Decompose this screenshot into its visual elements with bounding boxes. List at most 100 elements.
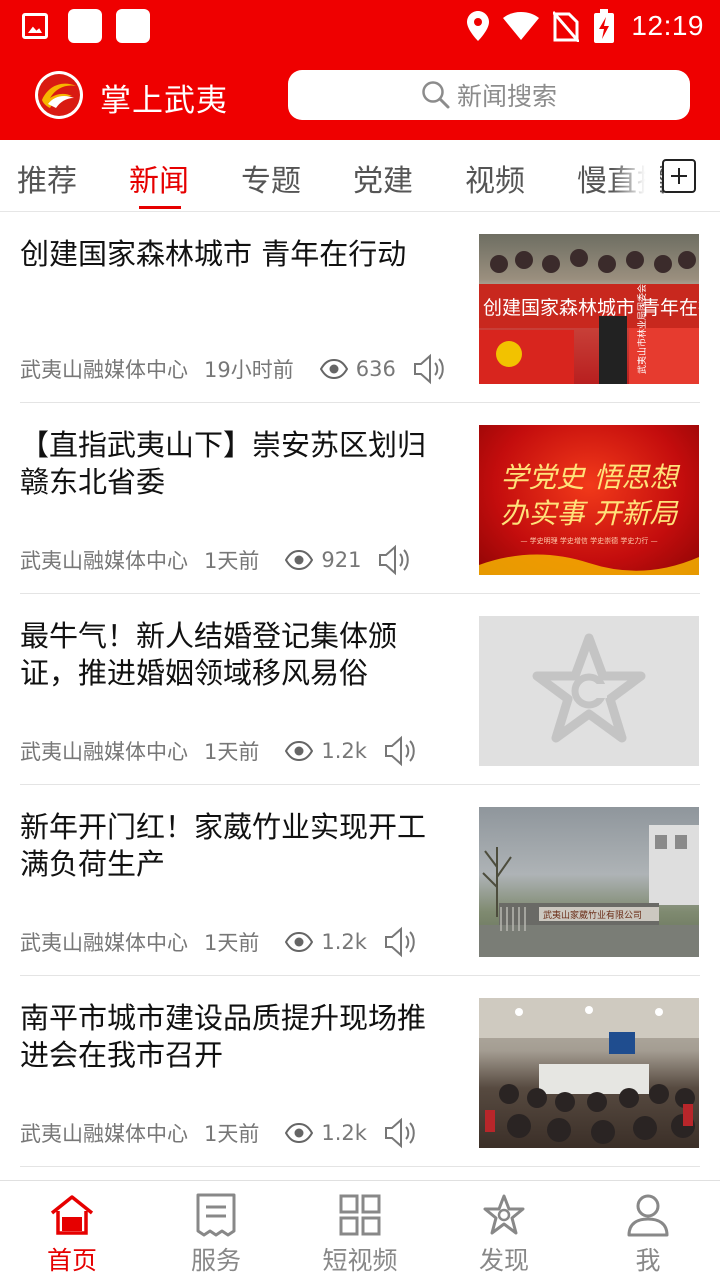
speaker-icon[interactable] [383,925,417,959]
nav-service[interactable]: 服务 [144,1181,288,1280]
category-tabs: 推荐 新闻 专题 党建 视频 慢直播 [0,140,720,212]
news-thumbnail[interactable]: 武夷山家葳竹业有限公司 [479,807,699,957]
app-logo-icon[interactable] [34,70,84,120]
thumb-banner-text: 创建国家森林城市 青年在行动 [483,297,699,319]
news-source: 武夷山融媒体中心 [20,931,188,955]
thumb-gate-text: 武夷山家葳竹业有限公司 [543,909,642,921]
clock: 12:19 [631,10,704,41]
news-source: 武夷山融媒体中心 [20,358,188,382]
eye-icon [319,359,348,379]
bottom-nav: 首页 服务 短视频 发现 我 [0,1180,720,1280]
news-meta: 武夷山融媒体中心 19小时前 636 [20,352,446,386]
search-icon [422,81,450,109]
news-item[interactable]: 最牛气！新人结婚登记集体颁证，推进婚姻领域移风易俗 武夷山融媒体中心 1天前 1… [20,594,700,785]
location-icon [467,11,490,41]
thumb-slogan-line2: 办实事 开新局 [501,497,680,530]
nav-label: 服务 [190,1246,241,1275]
view-count-value: 1.2k [321,930,367,954]
news-item[interactable]: 南平市城市建设品质提升现场推进会在我市召开 武夷山融媒体中心 1天前 1.2k [20,976,700,1167]
eye-icon [285,550,314,570]
news-meta: 武夷山融媒体中心 1天前 921 [20,543,411,577]
nav-home[interactable]: 首页 [0,1181,144,1280]
news-thumbnail[interactable]: 学党史 悟思想 办实事 开新局 — 学史明理 学史增信 学史崇德 学史力行 — [479,425,699,575]
view-count: 636 [319,357,396,381]
thumb-slogan-line1: 学党史 悟思想 [501,461,681,494]
thumb-side-text: 武夷山市林业局团委会 [636,284,648,374]
news-time: 1天前 [204,931,260,955]
news-title: 新年开门红！家葳竹业实现开工满负荷生产 [20,810,427,881]
placeholder-star-logo-icon [532,633,646,743]
gallery-icon [22,13,48,39]
search-bar[interactable]: 新闻搜索 [288,70,690,120]
status-left-icons [22,9,164,43]
home-icon [50,1195,94,1235]
news-item[interactable]: 创建国家森林城市 青年在行动 武夷山融媒体中心 19小时前 636 创建国家森林… [20,212,700,403]
news-item[interactable]: 【直指武夷山下】崇安苏区划归赣东北省委 武夷山融媒体中心 1天前 921 学党史… [20,403,700,594]
view-count: 921 [285,548,361,572]
active-tab-indicator [139,206,181,209]
speaker-icon[interactable] [377,543,411,577]
tab-topics[interactable]: 专题 [241,156,301,200]
news-source: 武夷山融媒体中心 [20,1122,188,1146]
news-list: 创建国家森林城市 青年在行动 武夷山融媒体中心 19小时前 636 创建国家森林… [0,212,720,1167]
news-meta: 武夷山融媒体中心 1天前 1.2k [20,1116,417,1150]
news-time: 19小时前 [204,358,294,382]
view-count-value: 636 [355,357,396,381]
nav-label: 发现 [478,1246,529,1275]
nav-discover[interactable]: 发现 [432,1181,576,1280]
news-thumbnail[interactable]: 创建国家森林城市 青年在行动 武夷山市林业局团委会 [479,234,699,384]
view-count: 1.2k [285,1121,367,1145]
no-sim-icon [553,11,580,42]
speaker-icon[interactable] [383,734,417,768]
news-thumbnail-placeholder[interactable] [479,616,699,766]
thumb-caption: — 学史明理 学史增信 学史崇德 学史力行 — [520,536,657,545]
news-thumbnail[interactable] [479,998,699,1148]
tab-party-building[interactable]: 党建 [353,156,413,200]
eye-icon [285,741,314,761]
battery-charging-icon [594,9,615,43]
view-count-value: 921 [321,548,362,572]
news-meta: 武夷山融媒体中心 1天前 1.2k [20,734,417,768]
nav-short-video[interactable]: 短视频 [288,1181,432,1280]
news-time: 1天前 [204,740,260,764]
grid-icon [339,1194,381,1236]
view-count: 1.2k [285,739,367,763]
app-bar: 掌上武夷 新闻搜索 [0,50,720,140]
eye-icon [285,1123,314,1143]
news-title: 创建国家森林城市 青年在行动 [20,237,407,271]
news-source: 武夷山融媒体中心 [20,740,188,764]
view-count-value: 1.2k [321,739,367,763]
nav-label: 首页 [46,1246,97,1275]
eye-icon [285,932,314,952]
nav-label: 我 [635,1246,661,1275]
tab-recommend[interactable]: 推荐 [17,156,77,200]
news-source: 武夷山融媒体中心 [20,549,188,573]
status-right-icons: 12:19 [453,6,704,46]
news-title: 南平市城市建设品质提升现场推进会在我市召开 [20,1001,427,1072]
news-meta: 武夷山融媒体中心 1天前 1.2k [20,925,417,959]
service-icon [196,1193,236,1237]
news-time: 1天前 [204,1122,260,1146]
wifi-icon [503,12,540,40]
person-icon [627,1194,669,1237]
nav-label: 短视频 [322,1246,398,1275]
news-title: 【直指武夷山下】崇安苏区划归赣东北省委 [20,428,427,499]
tabs-fade [612,140,660,211]
news-time: 1天前 [204,549,260,573]
app-square-icon [116,9,150,43]
header: 12:19 掌上武夷 新闻搜索 [0,0,720,140]
news-title: 最牛气！新人结婚登记集体颁证，推进婚姻领域移风易俗 [20,619,398,690]
speaker-icon[interactable] [412,352,446,386]
plus-square-icon[interactable] [662,159,696,193]
tab-news[interactable]: 新闻 [129,156,189,200]
status-bar: 12:19 [0,0,720,50]
discover-star-icon [483,1194,525,1235]
nav-me[interactable]: 我 [576,1181,720,1280]
tab-video[interactable]: 视频 [465,156,525,200]
view-count-value: 1.2k [321,1121,367,1145]
app-title: 掌上武夷 [100,83,228,119]
news-item[interactable]: 新年开门红！家葳竹业实现开工满负荷生产 武夷山融媒体中心 1天前 1.2k 武夷… [20,785,700,976]
app-square-icon [68,9,102,43]
search-placeholder: 新闻搜索 [456,82,557,111]
speaker-icon[interactable] [383,1116,417,1150]
